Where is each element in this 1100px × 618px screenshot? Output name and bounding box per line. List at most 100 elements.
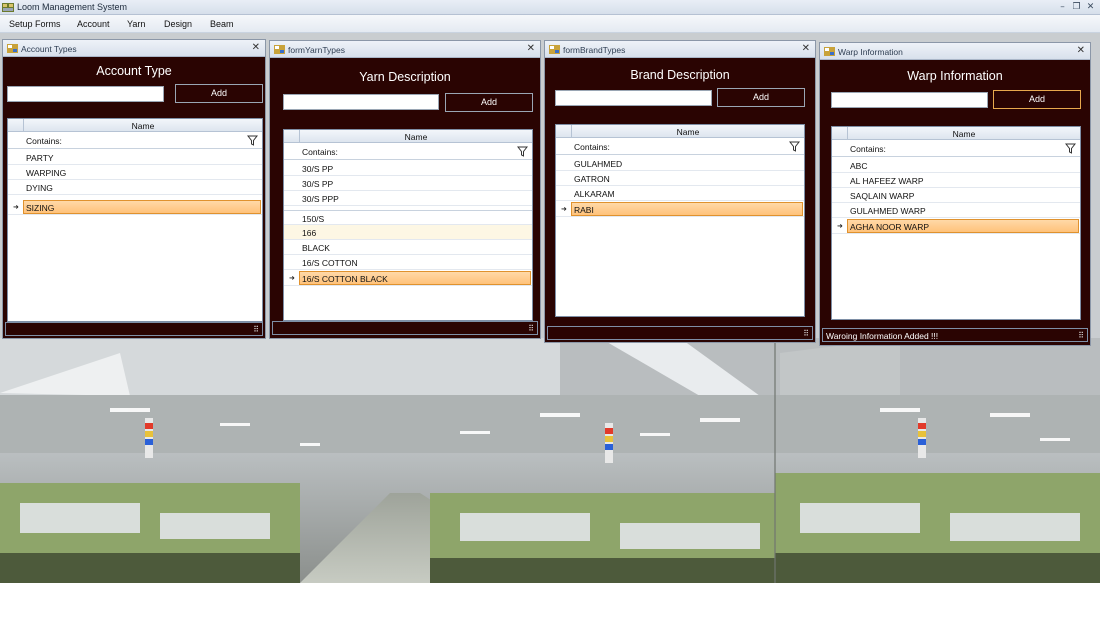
warp-information-titlebar: Warp Information ✕ [820,43,1090,60]
grid-header: Name [8,119,262,132]
list-item[interactable]: 30/S PPP [284,191,532,206]
loom-app-icon [2,3,14,12]
resize-grip-icon[interactable]: ⠿ [803,329,809,338]
form-heading: Brand Description [630,68,730,82]
minimize-button[interactable]: – [1056,1,1069,13]
close-icon[interactable]: ✕ [1077,45,1085,56]
column-header-name[interactable]: Name [300,132,532,142]
list-item[interactable]: PARTY [8,150,262,165]
list-item[interactable]: GATRON [556,171,804,186]
column-header-name[interactable]: Name [24,121,262,131]
add-button[interactable]: Add [175,84,263,103]
account-types-grid: Name Contains: PARTY WARPING DYING ➜ SIZ… [7,118,263,322]
status-bar: ⠿ [5,322,263,336]
form-icon [274,45,285,54]
list-item[interactable]: 30/S PP [284,161,532,176]
list-item[interactable]: ABC [832,158,1080,173]
funnel-icon[interactable] [1065,143,1076,154]
brand-types-window: formBrandTypes ✕ Brand Description Add N… [544,40,816,343]
window-title: Warp Information [838,47,903,57]
grid-header: Name [556,125,804,138]
status-bar: ⠿ [547,326,813,340]
filter-label: Contains: [850,144,886,154]
account-type-input[interactable] [7,86,164,102]
close-icon[interactable]: ✕ [802,43,810,54]
list-item[interactable]: BLACK [284,240,532,255]
add-button[interactable]: Add [445,93,533,112]
form-icon [824,47,835,56]
list-item[interactable]: 166 [284,225,532,240]
account-types-window: Account Types ✕ Account Type Add Name Co… [2,39,266,339]
window-title: Account Types [21,44,77,54]
list-item[interactable]: SAQLAIN WARP [832,188,1080,203]
list-item[interactable]: DYING [8,180,262,195]
brand-types-grid: Name Contains: GULAHMED GATRON ALKARAM ➜… [555,124,805,317]
window-title: formBrandTypes [563,45,626,55]
resize-grip-icon[interactable]: ⠿ [528,324,534,333]
form-icon [549,45,560,54]
grid-header: Name [832,127,1080,140]
menu-setup-forms[interactable]: Setup Forms [9,19,61,29]
current-row-arrow-icon: ➜ [289,275,295,282]
menu-beam[interactable]: Beam [210,19,234,29]
menu-account[interactable]: Account [77,19,110,29]
resize-grip-icon[interactable]: ⠿ [1078,331,1084,340]
status-text: Waroing Information Added !!! [826,331,939,341]
list-item[interactable]: WARPING [8,165,262,180]
yarn-types-grid: Name Contains: 30/S PP 30/S PP 30/S PPP … [283,129,533,321]
list-item[interactable]: AL HAFEEZ WARP [832,173,1080,188]
warp-information-grid: Name Contains: ABC AL HAFEEZ WARP SAQLAI… [831,126,1081,320]
add-button[interactable]: Add [993,90,1081,109]
current-row-arrow-icon: ➜ [561,206,567,213]
filter-row[interactable]: Contains: [556,138,804,155]
app-title-bar: Loom Management System – ❐ ✕ [0,0,1100,15]
close-icon[interactable]: ✕ [527,43,535,54]
current-row-arrow-icon: ➜ [837,223,843,230]
column-header-name[interactable]: Name [848,129,1080,139]
list-item[interactable]: GULAHMED [556,156,804,171]
warp-information-input[interactable] [831,92,988,108]
brand-description-input[interactable] [555,90,712,106]
list-item[interactable]: 150/S [284,210,532,225]
menu-design[interactable]: Design [164,19,192,29]
list-item-selected[interactable]: ➜ 16/S COTTON BLACK [284,271,532,286]
form-heading: Yarn Description [359,70,451,84]
column-header-name[interactable]: Name [572,127,804,137]
brand-types-titlebar: formBrandTypes ✕ [545,41,815,58]
list-item-selected[interactable]: ➜ AGHA NOOR WARP [832,219,1080,234]
filter-row[interactable]: Contains: [284,143,532,160]
filter-row[interactable]: Contains: [8,132,262,149]
current-row-arrow-icon: ➜ [13,204,19,211]
form-icon [7,44,18,53]
list-item-selected[interactable]: ➜ RABI [556,202,804,217]
funnel-icon[interactable] [247,135,258,146]
account-types-titlebar: Account Types ✕ [3,40,265,57]
status-bar: Waroing Information Added !!! ⠿ [822,328,1088,342]
warp-information-window: Warp Information ✕ Warp Information Add … [819,42,1091,346]
app-title: Loom Management System [17,2,128,12]
filter-label: Contains: [302,147,338,157]
status-bar: ⠿ [272,321,538,335]
yarn-description-input[interactable] [283,94,439,110]
menu-bar: Setup Forms Account Yarn Design Beam [0,15,1100,33]
restore-button[interactable]: ❐ [1070,1,1083,13]
menu-yarn[interactable]: Yarn [127,19,145,29]
filter-row[interactable]: Contains: [832,140,1080,157]
form-heading: Warp Information [907,69,1003,83]
close-app-button[interactable]: ✕ [1084,1,1097,13]
list-item[interactable]: 16/S COTTON [284,255,532,270]
yarn-types-window: formYarnTypes ✕ Yarn Description Add Nam… [269,40,541,339]
funnel-icon[interactable] [517,146,528,157]
window-title: formYarnTypes [288,45,346,55]
yarn-types-titlebar: formYarnTypes ✕ [270,41,540,58]
resize-grip-icon[interactable]: ⠿ [253,325,259,334]
funnel-icon[interactable] [789,141,800,152]
list-item[interactable]: 30/S PP [284,176,532,191]
list-item[interactable]: ALKARAM [556,186,804,201]
form-heading: Account Type [96,64,172,78]
filter-label: Contains: [574,142,610,152]
list-item[interactable]: GULAHMED WARP [832,203,1080,218]
list-item-selected[interactable]: ➜ SIZING [8,200,262,215]
add-button[interactable]: Add [717,88,805,107]
close-icon[interactable]: ✕ [252,42,260,53]
